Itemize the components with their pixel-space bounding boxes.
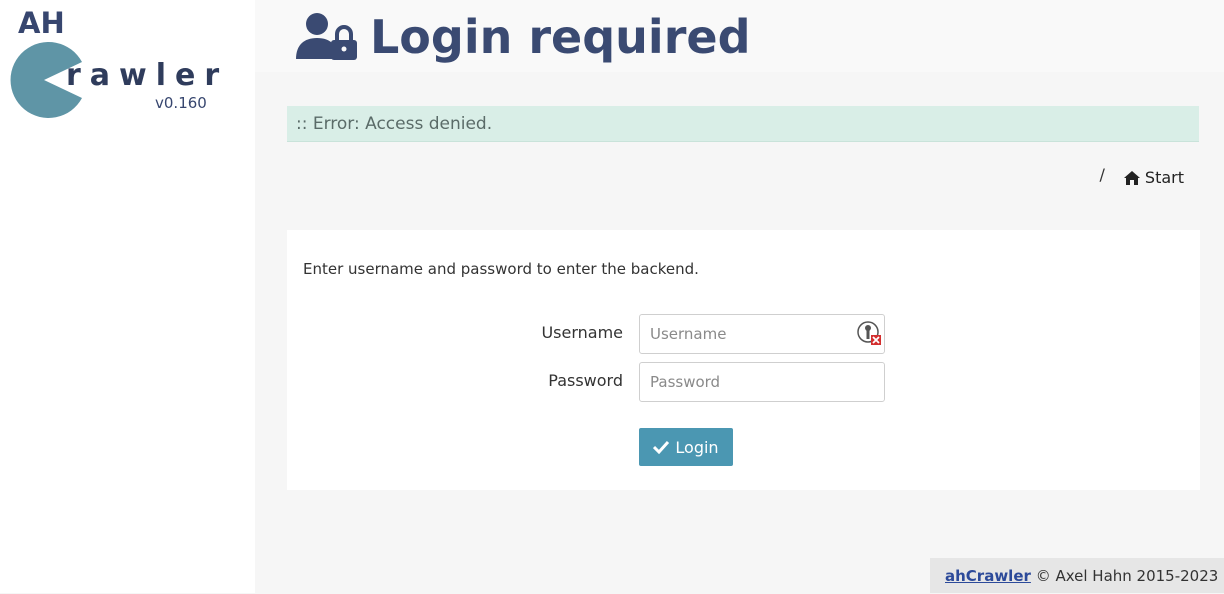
home-icon <box>1123 170 1140 185</box>
logo-ah-text: AH <box>18 6 65 40</box>
page-header: Login required <box>255 0 1224 72</box>
page-title: Login required <box>370 10 751 64</box>
breadcrumb-start-link[interactable]: Start <box>1123 168 1184 187</box>
breadcrumb-start-label: Start <box>1144 168 1184 187</box>
main-content: Login required :: Error: Access denied. … <box>255 0 1224 593</box>
user-lock-icon <box>296 13 357 60</box>
username-row: Username <box>287 314 1200 354</box>
footer: ahCrawler © Axel Hahn 2015-2023 <box>930 558 1224 593</box>
sidebar: AH rawler v0.160 <box>0 0 255 593</box>
login-button[interactable]: Login <box>639 428 733 466</box>
footer-ahcrawler-link[interactable]: ahCrawler <box>945 567 1031 585</box>
login-button-label: Login <box>675 437 719 457</box>
login-intro-text: Enter username and password to enter the… <box>303 260 699 278</box>
footer-copyright: © Axel Hahn 2015-2023 <box>1035 567 1219 585</box>
logo[interactable]: AH rawler v0.160 <box>0 0 255 130</box>
logo-wordmark: rawler <box>66 58 229 93</box>
password-manager-icon[interactable] <box>856 320 882 346</box>
username-input[interactable] <box>639 314 885 354</box>
error-alert: :: Error: Access denied. <box>287 106 1199 142</box>
breadcrumb-separator: / <box>1099 165 1105 184</box>
password-input[interactable] <box>639 362 885 402</box>
app-version: v0.160 <box>155 94 207 112</box>
login-panel: Enter username and password to enter the… <box>287 230 1200 490</box>
breadcrumb: / Start <box>1099 165 1184 187</box>
username-label: Username <box>541 323 623 342</box>
password-label: Password <box>548 371 623 390</box>
check-icon <box>653 440 670 454</box>
password-row: Password <box>287 362 1200 402</box>
